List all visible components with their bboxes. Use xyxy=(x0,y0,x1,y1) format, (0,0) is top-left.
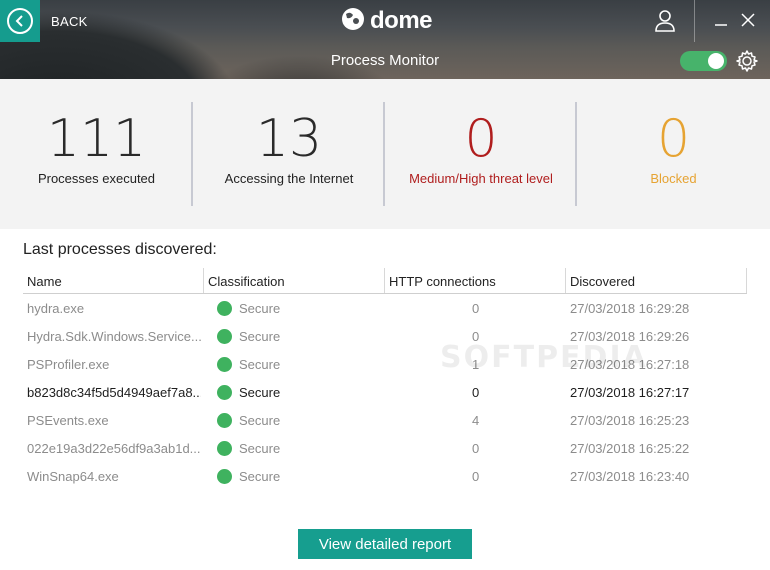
process-name: b823d8c34f5d5d4949aef7a8... xyxy=(27,385,201,400)
toggle-knob xyxy=(708,53,724,69)
stat-label: Processes executed xyxy=(37,171,156,186)
process-monitor-toggle[interactable] xyxy=(680,51,727,71)
table-header: Name Classification HTTP connections Dis… xyxy=(23,268,747,294)
http-connections: 0 xyxy=(472,301,480,316)
section-title: Last processes discovered: xyxy=(23,241,217,258)
column-divider xyxy=(384,268,385,293)
dome-logo: dome xyxy=(340,6,433,37)
stat-value: 0 xyxy=(464,109,498,169)
table-body: hydra.exe Secure 0 27/03/2018 16:29:28 Hydra… xyxy=(23,294,747,490)
view-detailed-report-button[interactable]: View detailed report xyxy=(298,529,472,559)
column-header-classification[interactable]: Classification xyxy=(208,274,285,289)
back-button[interactable] xyxy=(0,0,40,42)
minimize-icon xyxy=(715,24,727,26)
watermark: SOFTPEDIA xyxy=(440,340,648,375)
discovered-time: 27/03/2018 16:25:22 xyxy=(570,441,690,456)
processes-table: Name Classification HTTP connections Dis… xyxy=(23,268,747,490)
secure-status-icon xyxy=(217,441,232,456)
stat-value: 0 xyxy=(656,109,691,169)
process-name: hydra.exe xyxy=(27,301,85,316)
classification-label: Secure xyxy=(239,329,281,344)
app-header: BACK dome Process Monitor xyxy=(0,0,770,79)
close-button[interactable] xyxy=(738,8,758,32)
close-icon xyxy=(741,13,755,27)
process-name: WinSnap64.exe xyxy=(27,469,119,484)
stats-panel: 111 Processes executed 13 Accessing the … xyxy=(0,79,770,229)
secure-status-icon xyxy=(217,413,232,428)
column-divider xyxy=(203,268,204,293)
discovered-time: 27/03/2018 16:23:40 xyxy=(570,469,690,484)
table-row[interactable]: WinSnap64.exe Secure 0 27/03/2018 16:23:40 xyxy=(23,462,747,490)
stat-value: 13 xyxy=(255,109,323,169)
classification-label: Secure xyxy=(239,357,281,372)
gear-icon xyxy=(736,50,758,72)
stat-threat-level: 0 Medium/High threat level xyxy=(385,79,577,229)
process-name: 022e19a3d22e56df9a3ab1d... xyxy=(27,441,201,456)
process-name: PSEvents.exe xyxy=(27,413,109,428)
column-header-name[interactable]: Name xyxy=(27,274,62,289)
table-row[interactable]: PSEvents.exe Secure 4 27/03/2018 16:25:23 xyxy=(23,406,747,434)
http-connections: 4 xyxy=(472,413,480,428)
process-name: PSProfiler.exe xyxy=(27,357,110,372)
discovered-time: 27/03/2018 16:25:23 xyxy=(570,413,690,428)
table-row[interactable]: 022e19a3d22e56df9a3ab1d... Secure 0 27/03/2… xyxy=(23,434,747,462)
back-arrow-icon xyxy=(7,8,33,34)
classification-label: Secure xyxy=(239,413,281,428)
user-icon xyxy=(655,10,675,32)
discovered-time: 27/03/2018 16:27:17 xyxy=(570,385,690,400)
secure-status-icon xyxy=(217,469,232,484)
panda-logo-icon xyxy=(340,6,366,37)
classification-label: Secure xyxy=(239,301,281,316)
stat-processes-executed: 111 Processes executed xyxy=(0,79,193,229)
secure-status-icon xyxy=(217,329,232,344)
stat-label: Medium/High threat level xyxy=(409,171,553,186)
stat-label: Accessing the Internet xyxy=(224,171,354,186)
minimize-button[interactable] xyxy=(712,8,730,32)
http-connections: 0 xyxy=(472,441,480,456)
classification-label: Secure xyxy=(239,469,281,484)
column-divider xyxy=(746,268,747,293)
stat-blocked: 0 Blocked xyxy=(577,79,770,229)
http-connections: 0 xyxy=(472,385,480,400)
settings-button[interactable] xyxy=(735,49,759,73)
page-title: Process Monitor xyxy=(330,52,440,69)
stat-accessing-internet: 13 Accessing the Internet xyxy=(193,79,385,229)
classification-label: Secure xyxy=(239,385,281,400)
classification-label: Secure xyxy=(239,441,281,456)
column-divider xyxy=(565,268,566,293)
secure-status-icon xyxy=(217,301,232,316)
secure-status-icon xyxy=(217,385,232,400)
process-name: Hydra.Sdk.Windows.Service.... xyxy=(27,329,201,344)
stat-value: 111 xyxy=(46,109,147,169)
back-label[interactable]: BACK xyxy=(51,14,88,29)
secure-status-icon xyxy=(217,357,232,372)
column-header-discovered[interactable]: Discovered xyxy=(570,274,635,289)
user-account-button[interactable] xyxy=(636,0,694,42)
header-divider xyxy=(694,0,695,42)
table-row[interactable]: hydra.exe Secure 0 27/03/2018 16:29:28 xyxy=(23,294,747,322)
discovered-time: 27/03/2018 16:29:28 xyxy=(570,301,690,316)
stat-label: Blocked xyxy=(650,171,697,186)
brand-name: dome xyxy=(370,7,433,34)
column-header-http[interactable]: HTTP connections xyxy=(389,274,496,289)
http-connections: 0 xyxy=(472,469,480,484)
table-row[interactable]: b823d8c34f5d5d4949aef7a8... Secure 0 27/03/… xyxy=(23,378,747,406)
